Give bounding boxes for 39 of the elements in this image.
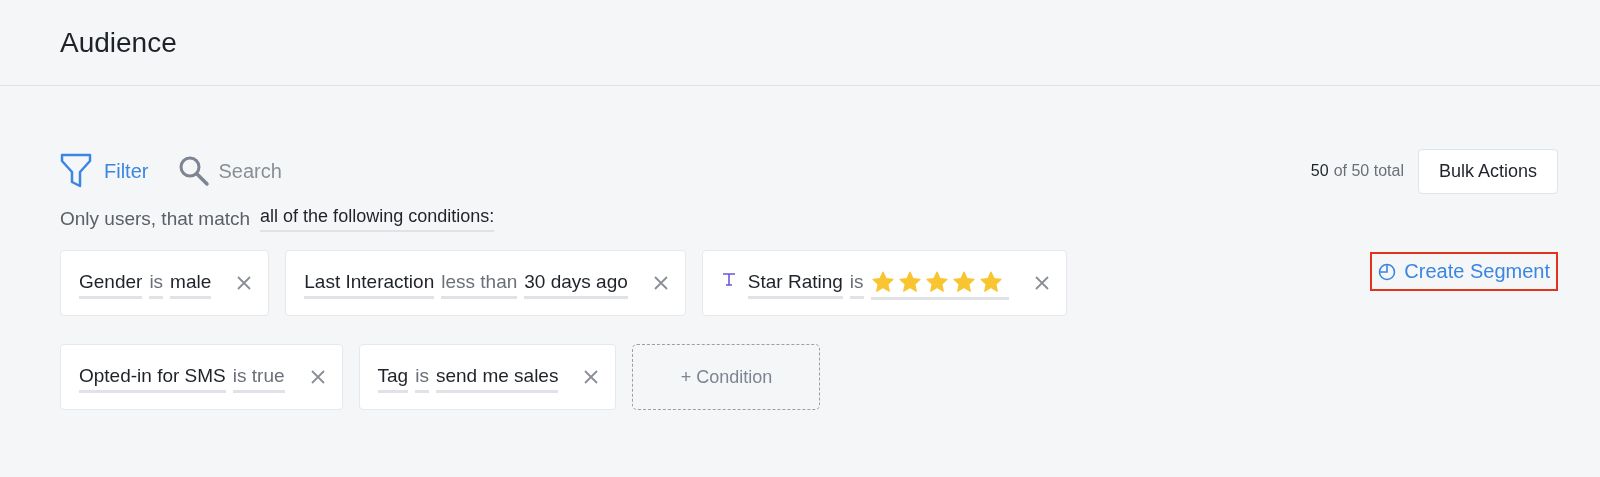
condition-operator[interactable]: is <box>149 267 164 299</box>
close-icon <box>236 275 253 291</box>
result-count: 50 <box>1310 162 1329 180</box>
search-field[interactable]: Search <box>216 158 321 184</box>
close-icon <box>583 369 600 385</box>
condition-operator[interactable]: is <box>849 267 864 299</box>
star-icon <box>924 270 949 294</box>
close-icon <box>1033 275 1050 291</box>
star-icon <box>897 270 922 294</box>
remove-condition-button[interactable] <box>309 369 326 385</box>
condition-field[interactable]: Opted-in for SMS <box>79 361 226 393</box>
match-label: Only users, that match <box>60 208 251 230</box>
star-icon <box>978 270 1003 294</box>
close-icon <box>309 369 326 385</box>
condition-field[interactable]: Star Rating <box>747 267 843 299</box>
text-type-icon <box>720 271 737 287</box>
match-mode-dropdown[interactable]: all of the following conditions: <box>260 206 495 232</box>
condition-operator[interactable]: is <box>415 361 429 393</box>
condition-field[interactable]: Tag <box>377 361 409 393</box>
result-total: of 50 total <box>1333 162 1404 180</box>
condition-value[interactable]: send me sales <box>435 361 559 393</box>
star-icon <box>951 270 976 294</box>
condition-operator[interactable]: less than <box>441 267 518 299</box>
condition-field[interactable]: Gender <box>79 267 143 299</box>
bulk-actions-button[interactable]: Bulk Actions <box>1417 148 1558 194</box>
pie-chart-icon <box>1378 262 1397 281</box>
condition-operator[interactable]: is true <box>232 361 285 393</box>
star-icon <box>870 270 895 294</box>
remove-condition-button[interactable] <box>1033 275 1050 291</box>
remove-condition-button[interactable] <box>236 275 253 291</box>
search-icon <box>178 155 211 187</box>
condition-field[interactable]: Last Interaction <box>304 267 435 299</box>
remove-condition-button[interactable] <box>652 275 669 291</box>
condition-value[interactable]: male <box>170 267 212 299</box>
close-icon <box>652 275 669 291</box>
page-title: Audience <box>60 26 177 59</box>
condition-value[interactable]: 30 days ago <box>524 267 628 299</box>
remove-condition-button[interactable] <box>583 369 600 385</box>
funnel-icon <box>60 153 92 189</box>
